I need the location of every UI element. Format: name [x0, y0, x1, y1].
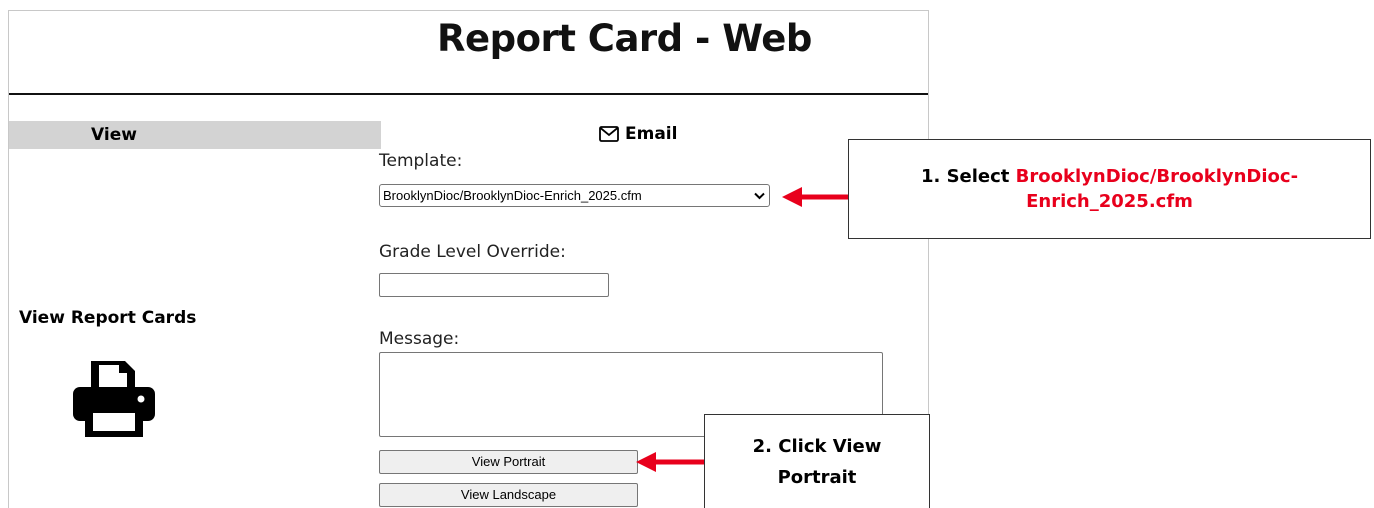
envelope-icon [599, 126, 619, 142]
arrow-left-icon [782, 187, 848, 207]
title-divider [9, 93, 928, 95]
step1-highlight-line1: BrooklynDioc/BrooklynDioc- [1015, 166, 1299, 187]
view-column-header-bar: View [9, 121, 381, 149]
view-landscape-button[interactable]: View Landscape [379, 483, 638, 507]
view-report-cards-label: View Report Cards [19, 308, 197, 328]
arrow-left-icon [636, 452, 704, 472]
instruction-callout-step2: 2. Click View Portrait [704, 414, 930, 508]
chevron-down-icon [749, 185, 769, 206]
page-title: Report Card - Web [437, 17, 812, 60]
step1-prefix: 1. Select [920, 166, 1016, 187]
grade-level-override-label: Grade Level Override: [379, 242, 566, 262]
message-label: Message: [379, 329, 460, 349]
instruction-callout-step1: 1. Select BrooklynDioc/BrooklynDioc- Enr… [848, 139, 1371, 239]
template-select[interactable]: BrooklynDioc/BrooklynDioc-Enrich_2025.cf… [379, 184, 770, 207]
email-option[interactable]: Email [599, 124, 677, 144]
step1-highlight-line2: Enrich_2025.cfm [1026, 191, 1193, 212]
view-portrait-button[interactable]: View Portrait [379, 450, 638, 474]
template-select-value: BrooklynDioc/BrooklynDioc-Enrich_2025.cf… [383, 188, 642, 203]
template-label: Template: [379, 151, 463, 171]
email-label: Email [625, 124, 678, 144]
grade-level-override-input[interactable] [379, 273, 609, 297]
step2-line1: 2. Click View [752, 435, 882, 457]
step2-line2: Portrait [777, 466, 857, 488]
printer-icon[interactable] [69, 357, 159, 437]
view-header: View [91, 125, 137, 145]
step1-line1: 1. Select BrooklynDioc/BrooklynDioc- [921, 166, 1298, 187]
